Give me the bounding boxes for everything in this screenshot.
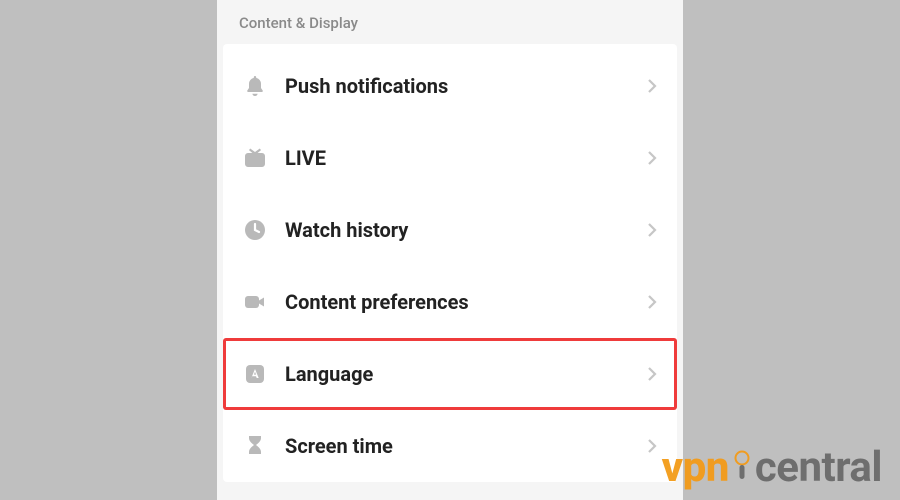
row-label: LIVE bbox=[269, 146, 643, 170]
section-header-content-display: Content & Display bbox=[217, 0, 683, 36]
bell-icon bbox=[241, 72, 269, 100]
row-label: Watch history bbox=[269, 218, 643, 242]
row-label: Screen time bbox=[269, 434, 643, 458]
hourglass-icon bbox=[241, 432, 269, 460]
clock-icon bbox=[241, 216, 269, 244]
chevron-right-icon bbox=[643, 293, 661, 311]
row-label: Language bbox=[269, 362, 643, 386]
row-label: Push notifications bbox=[269, 74, 643, 98]
watermark-vpncentral: vpn central bbox=[662, 443, 882, 492]
tv-icon bbox=[241, 144, 269, 172]
language-icon bbox=[241, 360, 269, 388]
chevron-right-icon bbox=[643, 437, 661, 455]
watermark-part-central: central bbox=[755, 443, 882, 492]
settings-screen: Content & Display Push notifications LIV… bbox=[217, 0, 683, 500]
row-live[interactable]: LIVE bbox=[223, 122, 677, 194]
settings-panel: Push notifications LIVE Watch history bbox=[223, 44, 677, 482]
row-push-notifications[interactable]: Push notifications bbox=[223, 50, 677, 122]
row-label: Content preferences bbox=[269, 290, 643, 314]
row-screen-time[interactable]: Screen time bbox=[223, 410, 677, 482]
video-icon bbox=[241, 288, 269, 316]
lightbulb-icon bbox=[731, 449, 753, 487]
row-content-preferences[interactable]: Content preferences bbox=[223, 266, 677, 338]
chevron-right-icon bbox=[643, 149, 661, 167]
row-watch-history[interactable]: Watch history bbox=[223, 194, 677, 266]
chevron-right-icon bbox=[643, 221, 661, 239]
row-language[interactable]: Language bbox=[223, 338, 677, 410]
chevron-right-icon bbox=[643, 77, 661, 95]
chevron-right-icon bbox=[643, 365, 661, 383]
